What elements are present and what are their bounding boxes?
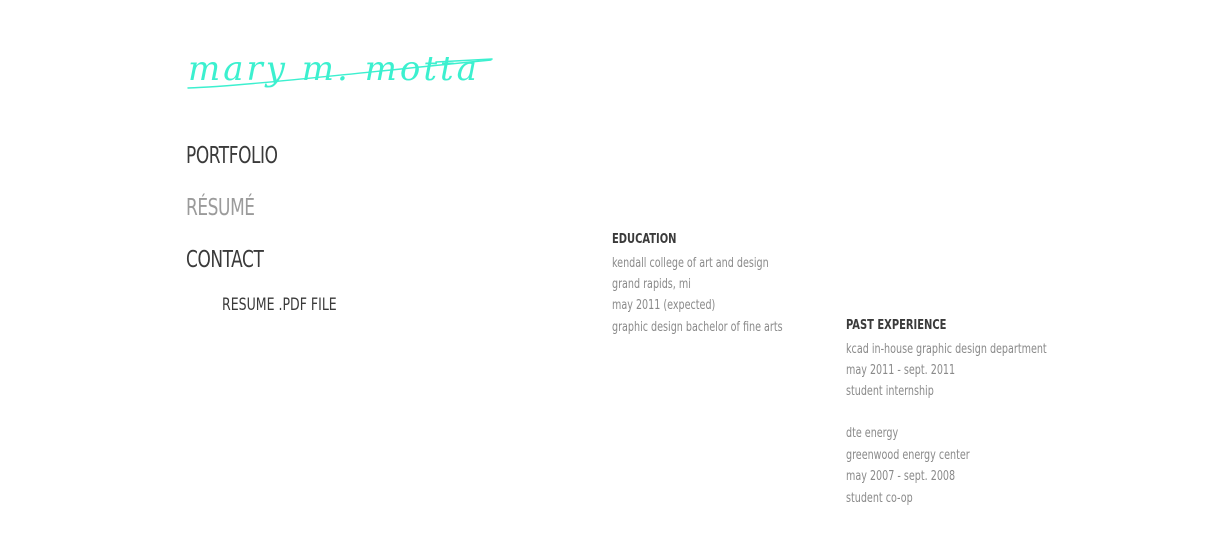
experience-line: kcad in-house graphic design department (846, 341, 1047, 357)
education-line: grand rapids, mi (612, 276, 691, 292)
experience-spacer (846, 403, 1047, 424)
education-section: EDUCATION kendall college of art and des… (612, 231, 820, 338)
resume-pdf-link[interactable]: RESUME .PDF FILE (222, 295, 337, 315)
experience-title: PAST EXPERIENCE (846, 318, 947, 333)
experience-line: student co-op (846, 490, 913, 506)
education-line: kendall college of art and design (612, 255, 769, 271)
education-line: graphic design bachelor of fine arts (612, 319, 783, 335)
nav-portfolio[interactable]: PORTFOLIO (186, 143, 278, 169)
education-line: may 2011 (expected) (612, 298, 716, 314)
logo-script: mary m. motta (187, 49, 493, 89)
experience-line: greenwood energy center (846, 447, 970, 463)
education-title: EDUCATION (612, 232, 677, 247)
logo-text: mary m. motta (188, 49, 480, 89)
experience-line: dte energy (846, 426, 899, 442)
nav-contact[interactable]: CONTACT (186, 247, 264, 273)
experience-line: may 2011 - sept. 2011 (846, 362, 956, 378)
experience-line: may 2007 - sept. 2008 (846, 469, 956, 485)
nav-resume[interactable]: RÉSUMÉ (186, 195, 255, 221)
experience-line: student internship (846, 384, 934, 400)
experience-section: PAST EXPERIENCE kcad in-house graphic de… (846, 317, 1091, 509)
site-logo[interactable]: mary m. motta (186, 42, 496, 102)
